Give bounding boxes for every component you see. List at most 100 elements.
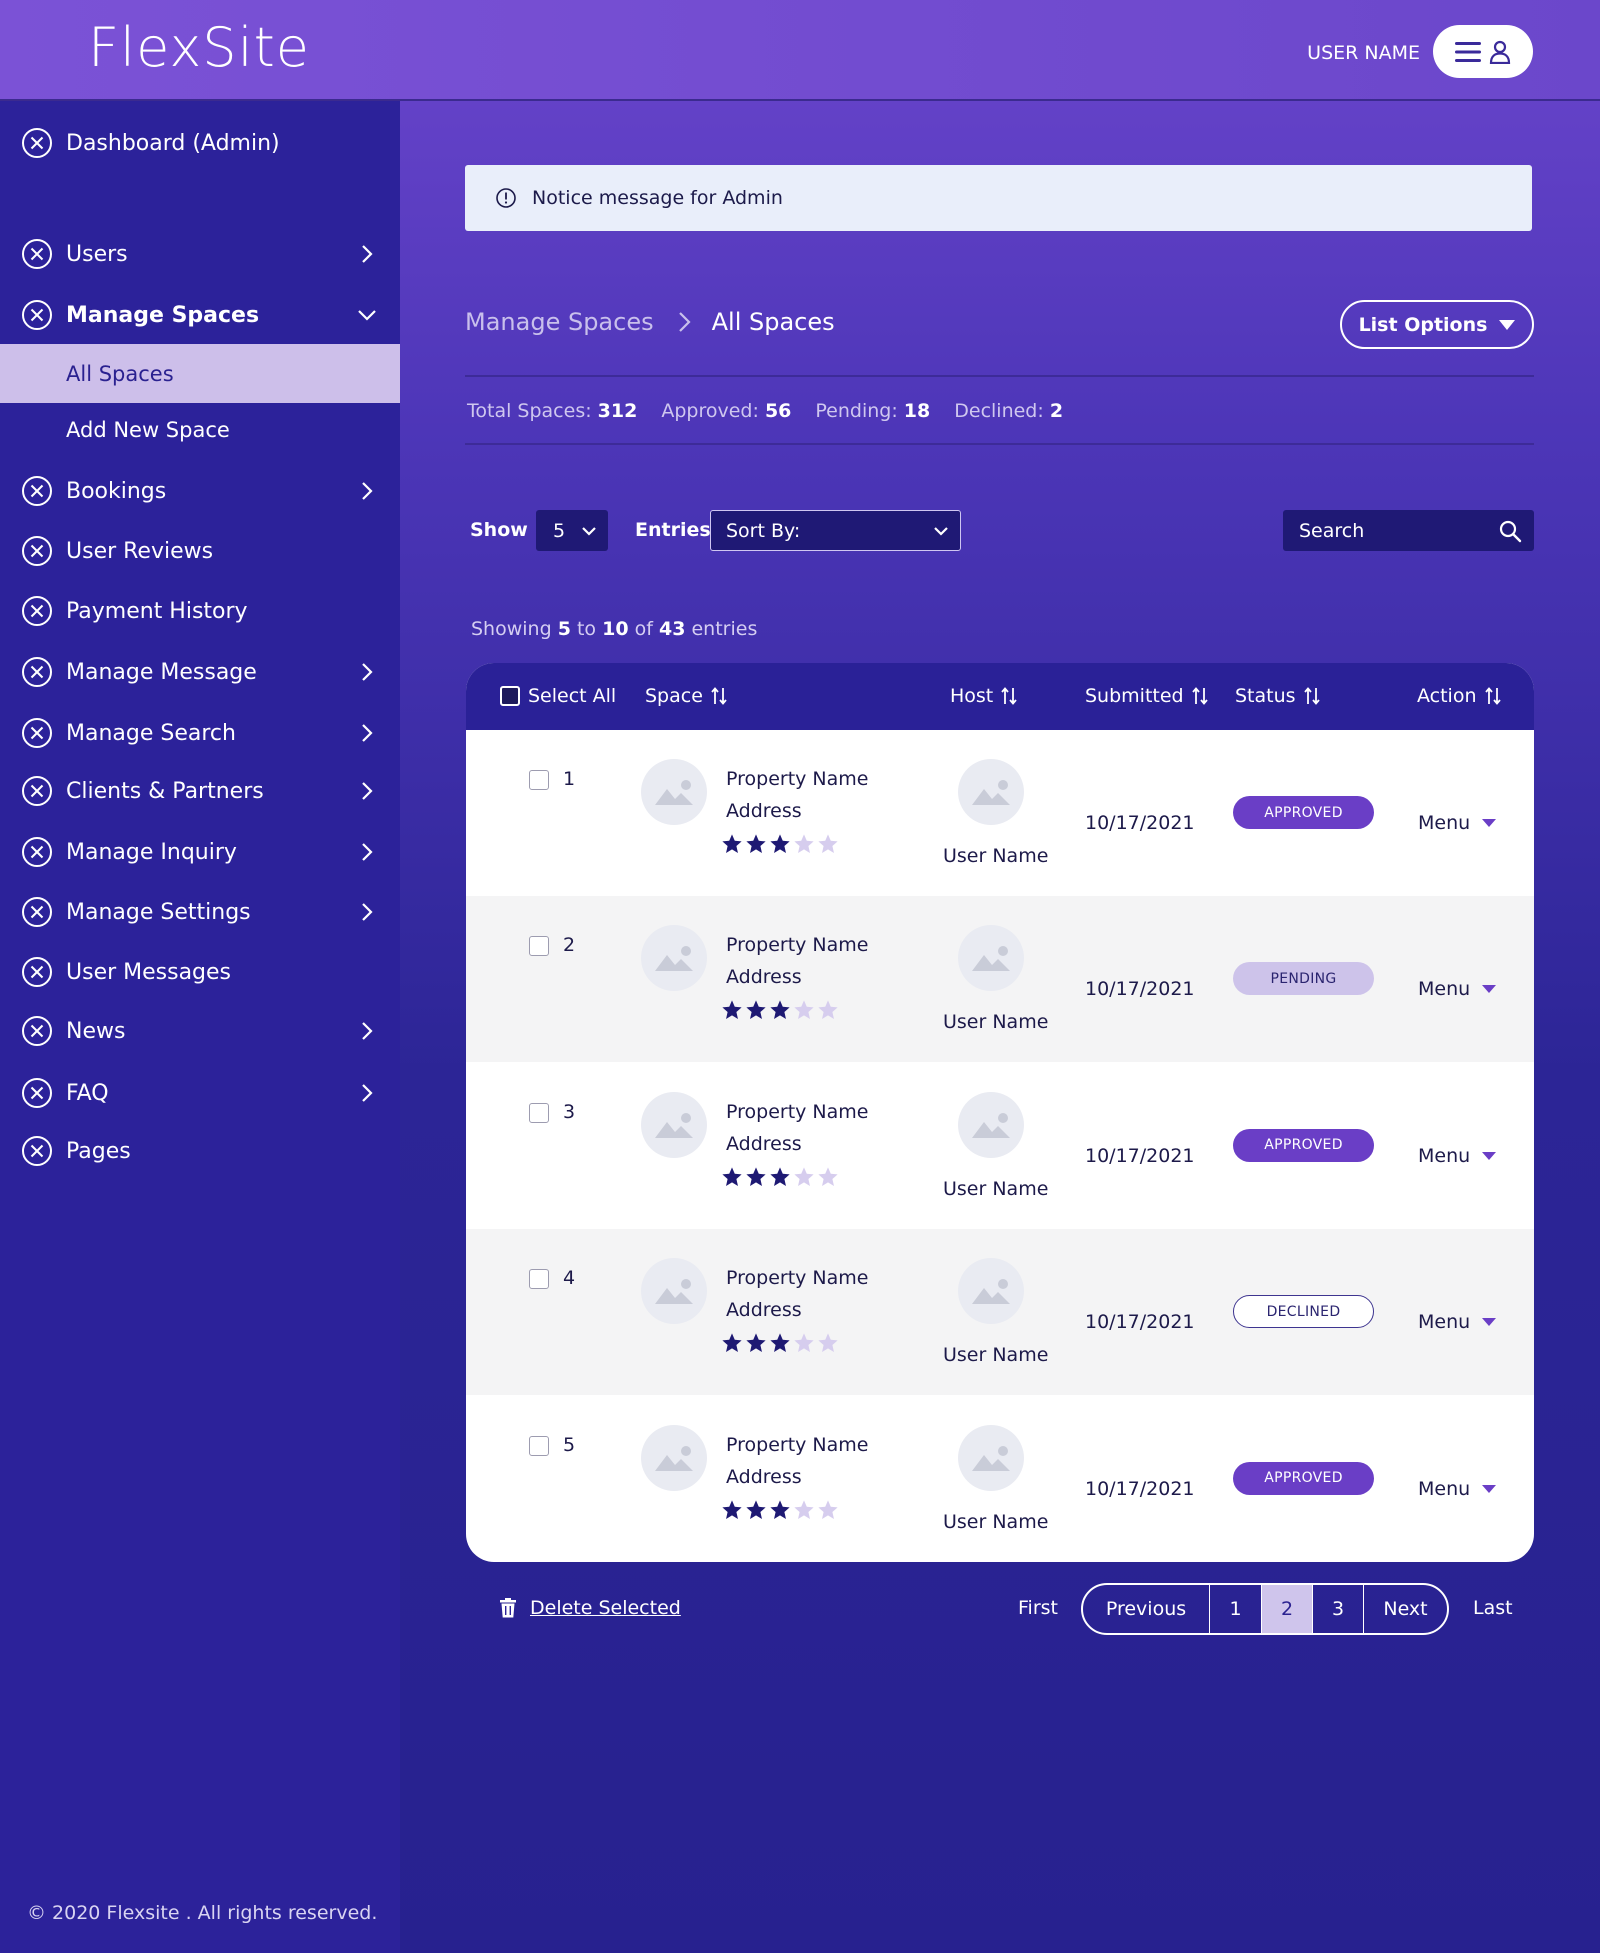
- sidebar-item-bookings[interactable]: Bookings: [0, 463, 400, 519]
- approved-label: Approved:: [661, 400, 759, 422]
- sidebar-subitem-label: Add New Space: [66, 417, 230, 442]
- logo[interactable]: FlexSite: [88, 16, 310, 79]
- list-options-button[interactable]: List Options: [1340, 300, 1534, 349]
- property-name[interactable]: Property Name: [726, 1434, 869, 1456]
- column-header-submitted[interactable]: Submitted: [1085, 685, 1208, 707]
- host-avatar: [958, 1258, 1024, 1325]
- table-header: Select All Space Host Submitted Status A…: [466, 663, 1534, 730]
- footer-copyright: © 2020 Flexsite . All rights reserved.: [27, 1902, 378, 1924]
- select-all[interactable]: Select All: [500, 685, 616, 707]
- star-filled-icon: [745, 999, 767, 1025]
- sidebar-item-payment-history[interactable]: Payment History: [0, 583, 400, 639]
- host-name[interactable]: User Name: [943, 845, 1048, 867]
- star-empty-icon: [817, 1166, 839, 1192]
- showing-to-word: to: [576, 618, 597, 640]
- row-action-label: Menu: [1418, 812, 1471, 834]
- sidebar-item-user-reviews[interactable]: User Reviews: [0, 523, 400, 579]
- row-action-menu[interactable]: Menu: [1418, 812, 1497, 834]
- sidebar-item-manage-spaces[interactable]: Manage Spaces: [0, 287, 400, 343]
- host-avatar: [958, 1424, 1024, 1491]
- column-header-host[interactable]: Host: [950, 685, 1017, 707]
- column-label: Submitted: [1085, 685, 1184, 707]
- sort-icon: [1191, 687, 1208, 705]
- select-all-checkbox[interactable]: [500, 686, 520, 706]
- pagination-previous[interactable]: Previous: [1083, 1585, 1210, 1633]
- showing-total: 43: [658, 618, 686, 640]
- property-thumbnail: [641, 1091, 707, 1158]
- pagination-page-3[interactable]: 3: [1313, 1585, 1364, 1633]
- show-entries-select[interactable]: 5: [536, 510, 608, 551]
- property-thumbnail: [641, 925, 707, 992]
- sidebar-item-manage-settings[interactable]: Manage Settings: [0, 884, 400, 940]
- star-filled-icon: [745, 1332, 767, 1358]
- row-checkbox[interactable]: [529, 1435, 549, 1456]
- host-name[interactable]: User Name: [943, 1178, 1048, 1200]
- pagination-page-1[interactable]: 1: [1210, 1585, 1262, 1633]
- table-row: 3 Property Name Address User Name 10/17/2021…: [466, 1063, 1534, 1229]
- pagination-first[interactable]: First: [1018, 1597, 1058, 1619]
- sidebar-item-dashboard-admin[interactable]: Dashboard (Admin): [0, 115, 400, 171]
- row-action-menu[interactable]: Menu: [1418, 1311, 1497, 1333]
- sidebar-item-faq[interactable]: FAQ: [0, 1065, 400, 1121]
- close-circle-icon: [21, 956, 53, 988]
- caret-down-icon: [1482, 1318, 1497, 1327]
- sidebar-item-news[interactable]: News: [0, 1003, 400, 1059]
- info-icon: [496, 188, 516, 208]
- delete-selected-button[interactable]: Delete Selected: [500, 1597, 681, 1619]
- sort-by-select[interactable]: Sort By:: [710, 510, 961, 551]
- pagination-next[interactable]: Next: [1364, 1585, 1447, 1633]
- user-menu-button[interactable]: [1433, 25, 1533, 78]
- property-address: Address: [726, 966, 802, 989]
- sidebar-item-label: Bookings: [66, 478, 167, 504]
- search-icon[interactable]: [1498, 519, 1522, 543]
- close-circle-icon: [21, 238, 53, 270]
- star-rating: [721, 999, 839, 1025]
- sidebar-item-user-messages[interactable]: User Messages: [0, 944, 400, 1000]
- image-placeholder-icon: [641, 780, 707, 829]
- property-name[interactable]: Property Name: [726, 768, 869, 790]
- row-checkbox[interactable]: [529, 1102, 549, 1123]
- column-header-space[interactable]: Space: [645, 685, 727, 707]
- row-checkbox[interactable]: [529, 936, 549, 957]
- sidebar-item-manage-inquiry[interactable]: Manage Inquiry: [0, 824, 400, 880]
- breadcrumb: Manage Spaces All Spaces: [465, 308, 835, 336]
- user-name[interactable]: USER NAME: [1307, 42, 1420, 64]
- sidebar-item-pages[interactable]: Pages: [0, 1123, 400, 1179]
- breadcrumb-parent[interactable]: Manage Spaces: [465, 308, 654, 336]
- host-name[interactable]: User Name: [943, 1511, 1048, 1533]
- chevron-right-icon: [356, 1020, 378, 1042]
- row-action-menu[interactable]: Menu: [1418, 978, 1497, 1000]
- pagination-last[interactable]: Last: [1473, 1597, 1513, 1619]
- property-name[interactable]: Property Name: [726, 1267, 869, 1289]
- submitted-date: 10/17/2021: [1085, 978, 1195, 1001]
- star-filled-icon: [769, 833, 791, 859]
- sidebar-item-users[interactable]: Users: [0, 226, 400, 282]
- column-label: Status: [1235, 685, 1296, 707]
- total-label: Total Spaces:: [467, 400, 592, 422]
- status-badge: APPROVED: [1233, 1461, 1374, 1495]
- sidebar-item-manage-message[interactable]: Manage Message: [0, 644, 400, 700]
- row-action-menu[interactable]: Menu: [1418, 1478, 1497, 1500]
- host-name[interactable]: User Name: [943, 1011, 1048, 1033]
- column-header-status[interactable]: Status: [1235, 685, 1320, 707]
- star-filled-icon: [721, 999, 743, 1025]
- row-checkbox[interactable]: [529, 1269, 549, 1290]
- row-action-menu[interactable]: Menu: [1418, 1145, 1497, 1167]
- image-placeholder-icon: [958, 1112, 1024, 1162]
- submitted-date: 10/17/2021: [1085, 812, 1195, 834]
- select-all-label: Select All: [528, 685, 617, 707]
- total-value: 312: [597, 400, 638, 422]
- host-name[interactable]: User Name: [943, 1344, 1048, 1366]
- pagination-page-2[interactable]: 2: [1262, 1585, 1313, 1633]
- sidebar-item-manage-search[interactable]: Manage Search: [0, 705, 400, 761]
- property-name[interactable]: Property Name: [726, 1101, 869, 1123]
- sidebar-subitem-add-new-space[interactable]: Add New Space: [0, 400, 400, 459]
- sidebar-subitem-all-spaces[interactable]: All Spaces: [0, 344, 400, 403]
- column-header-action[interactable]: Action: [1417, 685, 1501, 707]
- chevron-down-icon: [356, 304, 378, 326]
- sidebar-item-clients-partners[interactable]: Clients & Partners: [0, 763, 400, 819]
- search-input[interactable]: Search: [1283, 510, 1534, 551]
- property-name[interactable]: Property Name: [726, 934, 869, 956]
- row-checkbox[interactable]: [529, 770, 549, 790]
- close-circle-icon: [21, 896, 53, 928]
